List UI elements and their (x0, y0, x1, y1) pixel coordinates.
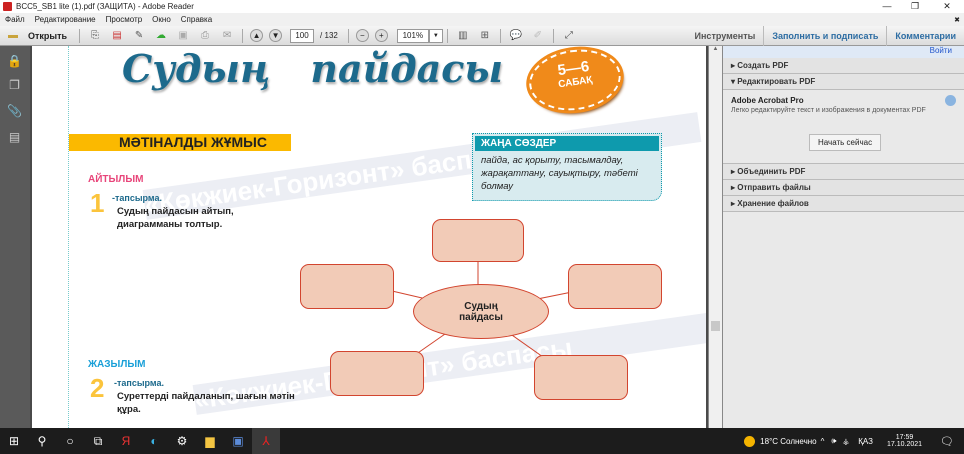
page-total: / 132 (320, 31, 338, 40)
clock-date: 17.10.2021 (886, 441, 923, 448)
section-label: Редактировать PDF (737, 77, 816, 86)
menu-bar: Файл Редактирование Просмотр Окно Справк… (0, 13, 964, 26)
diagram-center: Судың пайдасы (413, 284, 549, 339)
edit-pdf-icon (945, 95, 956, 106)
upload-cloud-icon[interactable]: ☁ (153, 29, 169, 43)
close-doc-button[interactable]: ✖ (954, 16, 960, 24)
adobe-reader-icon (3, 2, 12, 11)
edit-pdf-content: Adobe Acrobat Pro Легко редактируйте тек… (723, 90, 964, 164)
weather-text[interactable]: 18°C Солнечно (760, 437, 816, 446)
close-button[interactable]: ✕ (932, 0, 962, 13)
next-page-button[interactable]: ▼ (269, 29, 283, 42)
tools-panel: Войти ▸ Создать PDF ▾ Редактировать PDF … (722, 46, 964, 428)
zoom-in-button[interactable]: + (374, 29, 388, 42)
network-icon[interactable]: ⚶ (842, 437, 849, 446)
notifications-icon[interactable]: 🗨 (940, 435, 954, 448)
print-icon[interactable]: ⎙ (197, 29, 213, 43)
language-indicator[interactable]: ҚАЗ (858, 437, 873, 446)
start-now-button[interactable]: Начать сейчас (809, 134, 882, 151)
window-title: BCC5_SB1 lite (1).pdf (ЗАЩИТА) - Adobe R… (16, 2, 194, 11)
fullscreen-icon[interactable]: ⤢ (561, 29, 577, 43)
separator (79, 28, 81, 43)
menu-window[interactable]: Окно (152, 15, 171, 24)
tab-comments[interactable]: Комментарии (886, 25, 964, 46)
signature-icon[interactable]: ▤ (7, 130, 22, 144)
title-bar: BCC5_SB1 lite (1).pdf (ЗАЩИТА) - Adobe R… (0, 0, 964, 13)
separator (499, 28, 501, 43)
section-create-pdf[interactable]: ▸ Создать PDF (723, 58, 964, 74)
diagram-box-top (432, 219, 524, 262)
highlight-icon[interactable]: ✐ (530, 29, 546, 43)
menu-view[interactable]: Просмотр (106, 15, 143, 24)
section-combine-pdf[interactable]: ▸ Объединить PDF (723, 164, 964, 180)
menu-edit[interactable]: Редактирование (35, 15, 96, 24)
task-view-icon[interactable]: ⧉ (84, 428, 112, 454)
section-store-files[interactable]: ▸ Хранение файлов (723, 196, 964, 212)
navigation-pane: 🔒 ❐ 📎 ▤ (0, 46, 30, 428)
diagram-box-right (568, 264, 662, 309)
scroll-up-icon[interactable]: ▲ (709, 46, 722, 52)
diagram-box-left (300, 264, 394, 309)
separator (347, 28, 349, 43)
separator (552, 28, 554, 43)
tab-fill-sign[interactable]: Заполнить и подписать (763, 25, 886, 46)
windows-start-icon[interactable]: ⊞ (0, 428, 28, 454)
section-label: Создать PDF (737, 61, 789, 70)
yandex-browser-icon[interactable]: Я (112, 428, 140, 454)
folder-icon[interactable]: ▬ (5, 29, 21, 43)
promo-text: Легко редактируйте текст и изображения в… (731, 107, 926, 114)
scroll-thumb[interactable] (711, 321, 720, 331)
toolbar: ▬ Открыть ⎘ ▤ ✎ ☁ ▣ ⎙ ✉ ▲ ▼ 100 / 132 − … (0, 25, 964, 46)
fit-width-icon[interactable]: ⊞ (477, 29, 493, 43)
volume-icon[interactable]: 🕪 (831, 436, 836, 446)
pdf-page: «Көкжиек-Горизонт» баспасы «Көкжиек-Гори… (32, 46, 706, 428)
zoom-out-button[interactable]: − (355, 29, 369, 42)
weather-sun-icon (744, 435, 756, 447)
login-link[interactable]: Войти (723, 46, 964, 58)
section-send-files[interactable]: ▸ Отправить файлы (723, 180, 964, 196)
save-icon[interactable]: ▣ (175, 29, 191, 43)
edge-icon[interactable]: ◐ (140, 428, 168, 454)
diagram-box-bottom-right (534, 355, 628, 400)
clock-time: 17:59 (895, 434, 914, 441)
separator (242, 28, 244, 43)
lock-icon[interactable]: 🔒 (7, 54, 22, 68)
separator (446, 28, 448, 43)
restore-button[interactable]: ❐ (900, 0, 930, 13)
word-icon[interactable]: ▣ (224, 428, 252, 454)
menu-help[interactable]: Справка (181, 15, 212, 24)
fit-page-icon[interactable]: ▥ (455, 29, 471, 43)
edit-icon[interactable]: ✎ (131, 29, 147, 43)
page-number-input[interactable]: 100 (290, 28, 315, 43)
section-label: Объединить PDF (737, 167, 806, 176)
cortana-icon[interactable]: ○ (56, 428, 84, 454)
diagram-box-bottom-left (330, 351, 424, 396)
taskbar: ⊞ ⚲ ○ ⧉ Я ◐ ⚙ ▆ ▣ ⅄ 18°C Солнечно ^ 🕪 ⚶ … (0, 428, 964, 454)
email-icon[interactable]: ✉ (219, 29, 235, 43)
minimize-button[interactable]: — (872, 0, 902, 13)
export-pdf-icon[interactable]: ▤ (109, 29, 125, 43)
attachment-icon[interactable]: 📎 (7, 104, 22, 118)
create-pdf-icon[interactable]: ⎘ (87, 29, 103, 43)
zoom-input[interactable]: 101% (396, 28, 429, 43)
section-edit-pdf[interactable]: ▾ Редактировать PDF (723, 74, 964, 90)
search-icon[interactable]: ⚲ (28, 428, 56, 454)
pages-icon[interactable]: ❐ (7, 78, 22, 92)
clock[interactable]: 17:59 17.10.2021 (887, 434, 922, 448)
settings-gear-icon[interactable]: ⚙ (168, 428, 196, 454)
file-explorer-icon[interactable]: ▆ (196, 428, 224, 454)
tray-chevron-icon[interactable]: ^ (821, 437, 825, 446)
zoom-dropdown-icon[interactable]: ▼ (428, 28, 443, 43)
open-button[interactable]: Открыть (28, 31, 67, 41)
section-label: Хранение файлов (737, 199, 809, 208)
section-label: Отправить файлы (737, 183, 811, 192)
comment-icon[interactable]: 💬 (508, 29, 524, 43)
previous-page-button[interactable]: ▲ (250, 29, 264, 42)
menu-file[interactable]: Файл (5, 15, 25, 24)
tab-tools[interactable]: Инструменты (687, 26, 764, 46)
adobe-reader-taskbar-icon[interactable]: ⅄ (252, 428, 280, 454)
vertical-scrollbar[interactable]: ▲ (708, 46, 722, 428)
promo-title: Adobe Acrobat Pro (731, 96, 804, 105)
